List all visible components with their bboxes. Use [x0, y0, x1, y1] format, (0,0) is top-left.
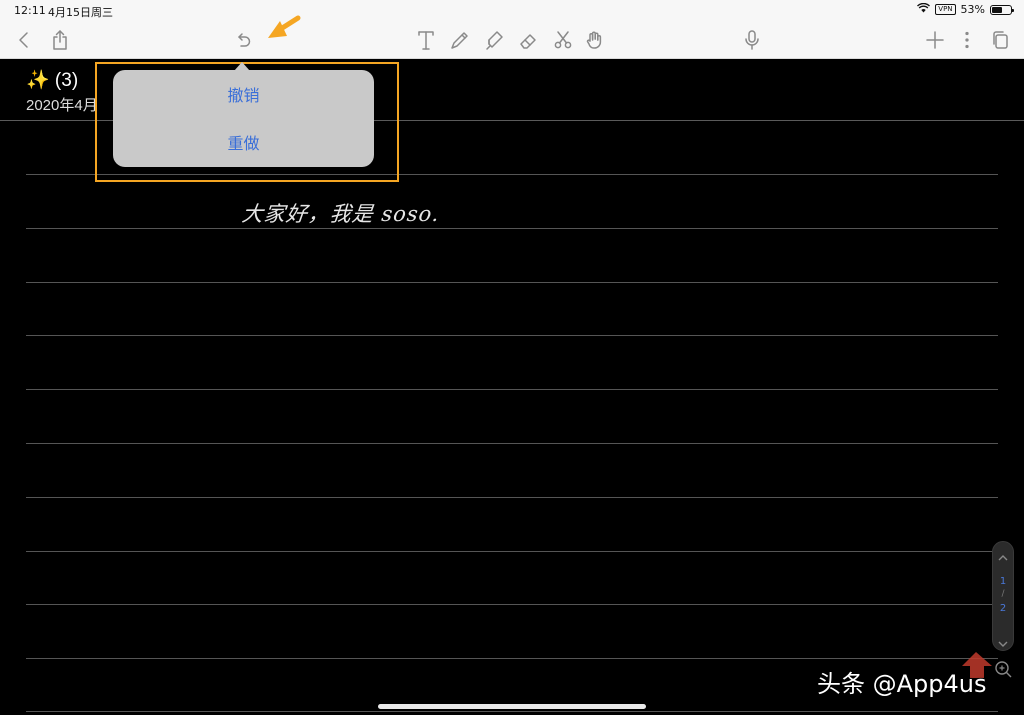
share-button[interactable] [46, 27, 74, 53]
microphone-icon [745, 30, 759, 50]
scissors-tool-button[interactable] [549, 27, 577, 53]
undo-icon [238, 33, 251, 47]
microphone-button[interactable] [738, 27, 766, 53]
ruled-line [26, 335, 998, 336]
ruled-line [26, 658, 998, 659]
hand-tool-icon [586, 31, 602, 49]
share-icon [53, 30, 67, 50]
watermark: 头条 @App4us [817, 669, 987, 698]
ruled-line [26, 604, 998, 605]
ruled-line [26, 282, 998, 283]
ruled-line [26, 551, 998, 552]
highlighter-tool-button[interactable] [480, 27, 508, 53]
status-date: 4月15日周三 [48, 6, 113, 19]
text-tool-button[interactable] [412, 27, 440, 53]
note-date: 2020年4月 [26, 97, 98, 114]
undo-menu-item[interactable]: 撤销 [113, 70, 374, 118]
vpn-badge: VPN [935, 4, 956, 15]
zoom-icon[interactable] [992, 658, 1014, 680]
pages-button[interactable] [986, 27, 1014, 53]
text-tool-icon [418, 31, 434, 50]
ruled-line [26, 711, 998, 712]
pages-icon [993, 31, 1008, 49]
battery-level [992, 6, 1002, 13]
home-indicator [378, 704, 646, 709]
handwritten-text[interactable]: 大家好，我是 soso. [240, 198, 441, 228]
toolbar [0, 22, 1024, 59]
add-button[interactable] [921, 27, 949, 53]
redo-menu-item[interactable]: 重做 [113, 118, 374, 166]
highlighter-tool-icon [486, 31, 503, 50]
pen-tool-icon [451, 32, 468, 49]
ruled-line [26, 228, 998, 229]
status-time: 12:11 [14, 4, 46, 17]
more-icon [965, 31, 969, 49]
page-up-icon[interactable] [998, 548, 1008, 561]
annotation-arrow-icon [268, 15, 301, 38]
pen-tool-button[interactable] [446, 27, 474, 53]
eraser-tool-button[interactable] [514, 27, 542, 53]
back-icon [19, 32, 28, 48]
status-indicators: VPN 53% [917, 2, 1014, 16]
ruled-line [26, 443, 998, 444]
scissors-tool-icon [554, 31, 572, 49]
page-down-icon[interactable] [998, 634, 1008, 647]
back-button[interactable] [10, 27, 38, 53]
more-button[interactable] [953, 27, 981, 53]
page-total: 2 [999, 603, 1007, 614]
battery-percent: 53% [960, 3, 985, 16]
page-current: 1 [999, 576, 1007, 587]
eraser-tool-icon [520, 34, 536, 49]
undo-redo-popover: 撤销 重做 [113, 70, 374, 167]
page-separator: / [1001, 589, 1005, 599]
hand-tool-button[interactable] [580, 27, 608, 53]
wifi-icon [917, 2, 931, 16]
add-icon [926, 31, 944, 49]
note-title: ✨ (3) [26, 70, 79, 91]
page-scroller[interactable]: 1 / 2 [992, 541, 1014, 651]
ruled-line [26, 497, 998, 498]
status-bar: 12:11 4月15日周三 VPN 53% [0, 0, 1024, 22]
battery-icon [990, 4, 1014, 15]
undo-button[interactable] [229, 27, 257, 53]
ruled-line [26, 389, 998, 390]
